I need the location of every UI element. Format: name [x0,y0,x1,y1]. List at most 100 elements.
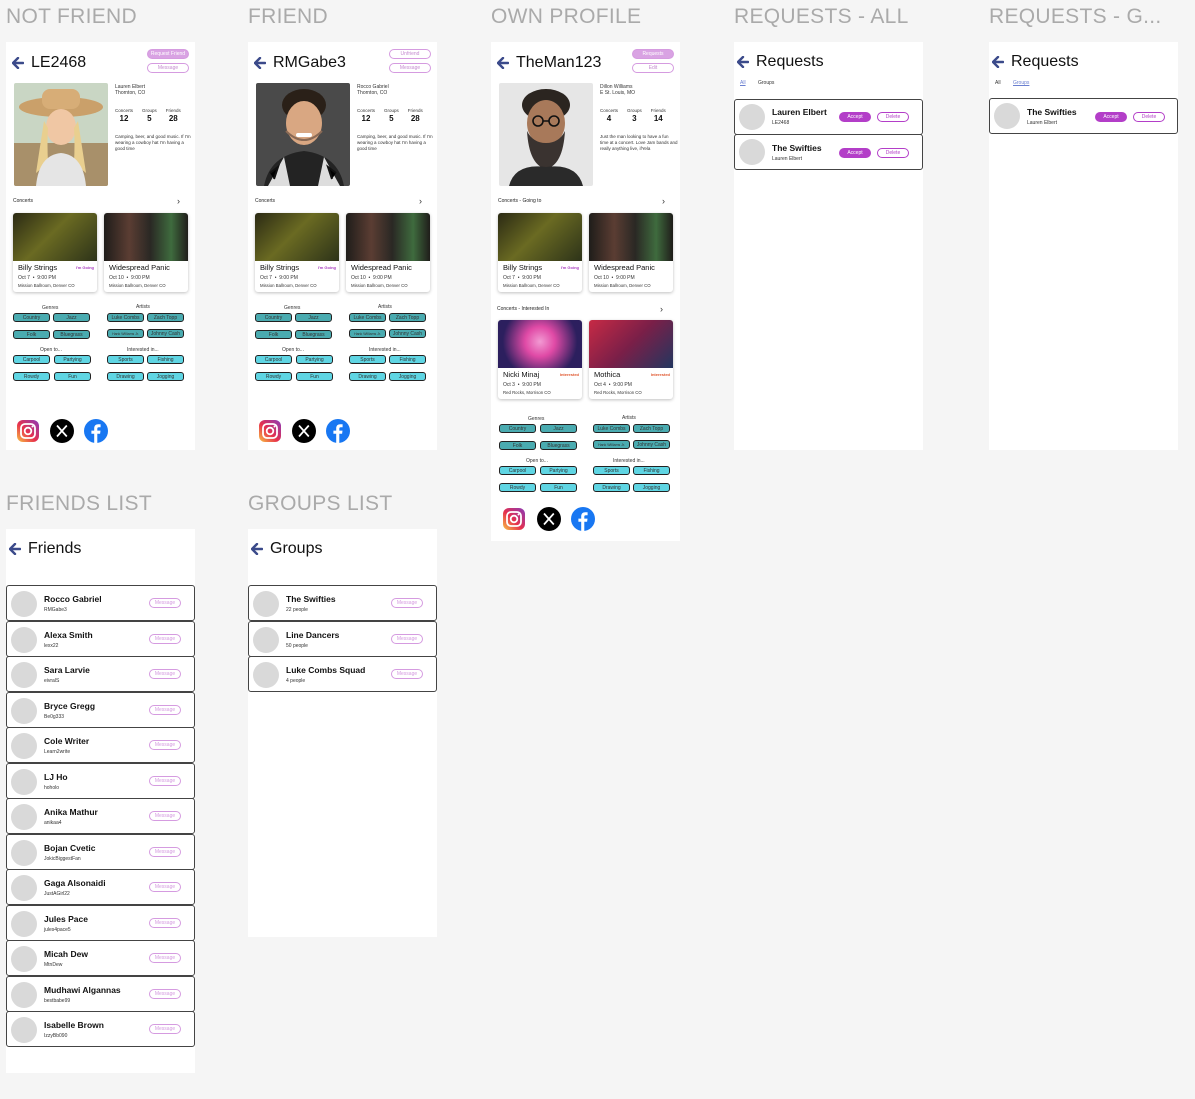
interest-chip[interactable]: Drawing [349,372,386,381]
open-to-chip[interactable]: Carpool [255,355,292,364]
message-button[interactable]: Message [389,63,431,73]
interest-chip[interactable]: Jogging [633,483,670,492]
message-button[interactable]: Message [149,918,181,928]
artist-chip[interactable]: Johnny Cash [147,329,184,338]
artist-chip[interactable]: Zach Topp [147,313,184,322]
stat-friends[interactable]: Friends 28 [408,108,423,123]
artist-chip[interactable]: Hank Williams Jr. [349,329,386,338]
open-to-chip[interactable]: Rowdy [255,372,292,381]
interest-chip[interactable]: Jogging [147,372,184,381]
friend-row[interactable]: Rocco Gabriel RMGabe3 Message [6,585,195,621]
requests-button[interactable]: Requests [632,49,674,59]
open-to-chip[interactable]: Rowdy [13,372,50,381]
message-button[interactable]: Message [149,847,181,857]
concert-card[interactable]: Nicki Minaj Interested Oct 3 • 9:00 PM R… [498,320,582,399]
delete-button[interactable]: Delete [877,148,909,158]
stat-groups[interactable]: Groups 3 [627,108,642,123]
concert-card[interactable]: Mothica Interested Oct 4 • 9:00 PM Red R… [589,320,673,399]
artist-chip[interactable]: Hank Williams Jr. [593,440,630,449]
tab-groups[interactable]: Groups [758,80,774,86]
chevron-right-icon[interactable]: › [662,196,665,206]
artist-chip[interactable]: Johnny Cash [633,440,670,449]
x-icon[interactable] [292,419,316,443]
delete-button[interactable]: Delete [877,112,909,122]
open-to-chip[interactable]: Carpool [499,466,536,475]
genre-chip[interactable]: Bluegrass [53,330,90,339]
facebook-icon[interactable] [571,507,595,531]
chevron-right-icon[interactable]: › [177,196,180,206]
facebook-icon[interactable] [84,419,108,443]
open-to-chip[interactable]: Partying [54,355,91,364]
interest-chip[interactable]: Jogging [389,372,426,381]
x-icon[interactable] [537,507,561,531]
friend-row[interactable]: Alexa Smith lexx22 Message [6,621,195,657]
unfriend-button[interactable]: Unfriend [389,49,431,59]
friend-row[interactable]: Sara Larvie eivralS Message [6,656,195,692]
concert-card[interactable]: Billy Strings I'm Going Oct 7 • 9:00 PM … [13,213,97,292]
request-row[interactable]: Lauren Elbert LE2468 Accept Delete [734,99,923,135]
instagram-icon[interactable] [16,419,40,443]
interest-chip[interactable]: Drawing [593,483,630,492]
stat-concerts[interactable]: Concerts 12 [357,108,375,123]
genre-chip[interactable]: Country [499,424,536,433]
group-row[interactable]: The Swifties 22 people Message [248,585,437,621]
message-button[interactable]: Message [149,953,181,963]
message-button[interactable]: Message [391,634,423,644]
interest-chip[interactable]: Sports [593,466,630,475]
friend-row[interactable]: Micah Dew MtnDew Message [6,940,195,976]
friend-row[interactable]: Cole Writer Learn2write Message [6,727,195,763]
message-button[interactable]: Message [149,705,181,715]
stat-friends[interactable]: Friends 28 [166,108,181,123]
open-to-chip[interactable]: Partying [540,466,577,475]
open-to-chip[interactable]: Fun [296,372,333,381]
chevron-right-icon[interactable]: › [660,304,663,314]
genre-chip[interactable]: Country [13,313,50,322]
stat-concerts[interactable]: Concerts 12 [115,108,133,123]
artist-chip[interactable]: Zach Topp [389,313,426,322]
request-friend-button[interactable]: Request Friend [147,49,189,59]
request-row[interactable]: The Swifties Lauren Elbert Accept Delete [989,98,1178,134]
message-button[interactable]: Message [149,634,181,644]
message-button[interactable]: Message [391,598,423,608]
concert-card[interactable]: Widespread Panic Oct 10 • 9:00 PM Missio… [346,213,430,292]
open-to-chip[interactable]: Carpool [13,355,50,364]
interest-chip[interactable]: Fishing [389,355,426,364]
friend-row[interactable]: Gaga Alsonaidi JustAGirl22 Message [6,869,195,905]
x-icon[interactable] [50,419,74,443]
message-button[interactable]: Message [149,882,181,892]
open-to-chip[interactable]: Rowdy [499,483,536,492]
message-button[interactable]: Message [149,776,181,786]
interest-chip[interactable]: Sports [107,355,144,364]
message-button[interactable]: Message [149,598,181,608]
tab-all[interactable]: All [995,80,1001,86]
genre-chip[interactable]: Folk [13,330,50,339]
artist-chip[interactable]: Luke Combs [349,313,386,322]
stat-groups[interactable]: Groups 5 [384,108,399,123]
back-arrow-icon[interactable] [12,57,24,69]
concert-card[interactable]: Widespread Panic Oct 10 • 9:00 PM Missio… [589,213,673,292]
message-button[interactable]: Message [149,740,181,750]
tab-groups[interactable]: Groups [1013,80,1029,86]
artist-chip[interactable]: Johnny Cash [389,329,426,338]
back-arrow-icon[interactable] [737,56,749,68]
message-button[interactable]: Message [391,669,423,679]
message-button[interactable]: Message [149,811,181,821]
stat-concerts[interactable]: Concerts 4 [600,108,618,123]
message-button[interactable]: Message [147,63,189,73]
open-to-chip[interactable]: Fun [540,483,577,492]
back-arrow-icon[interactable] [497,57,509,69]
interest-chip[interactable]: Sports [349,355,386,364]
facebook-icon[interactable] [326,419,350,443]
group-row[interactable]: Line Dancers 50 people Message [248,621,437,657]
concert-card[interactable]: Widespread Panic Oct 10 • 9:00 PM Missio… [104,213,188,292]
genre-chip[interactable]: Jazz [540,424,577,433]
group-row[interactable]: Luke Combs Squad 4 people Message [248,656,437,692]
friend-row[interactable]: Bryce Gregg Be0g333 Message [6,692,195,728]
request-row[interactable]: The Swifties Lauren Elbert Accept Delete [734,134,923,170]
accept-button[interactable]: Accept [839,148,871,158]
genre-chip[interactable]: Country [255,313,292,322]
accept-button[interactable]: Accept [839,112,871,122]
message-button[interactable]: Message [149,669,181,679]
back-arrow-icon[interactable] [254,57,266,69]
genre-chip[interactable]: Bluegrass [540,441,577,450]
